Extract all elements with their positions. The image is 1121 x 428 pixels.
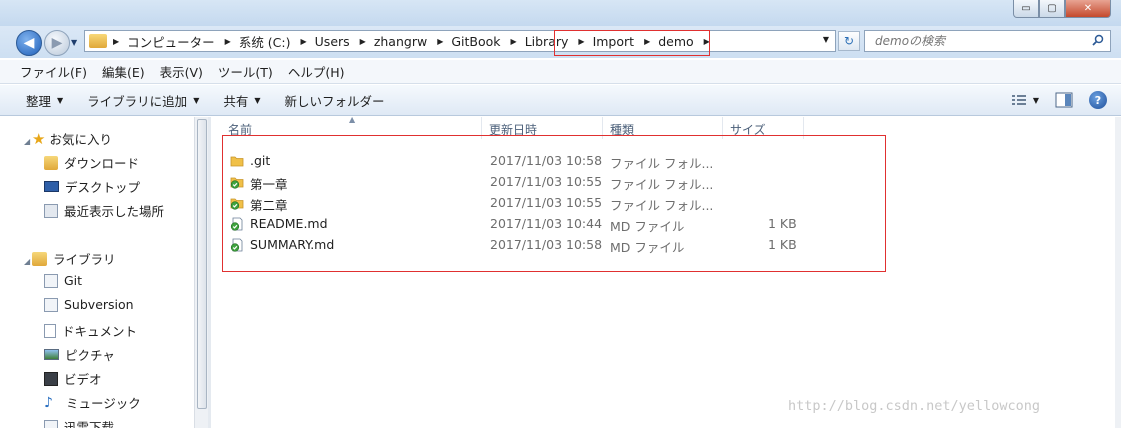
sidebar-item-music[interactable]: ♪ ミュージック: [44, 393, 141, 412]
view-controls: ▼ ?: [995, 91, 1107, 109]
sidebar-item-label: ミュージック: [66, 396, 141, 411]
add-to-library-button[interactable]: ライブラリに追加 ▼: [87, 91, 199, 110]
breadcrumb-drive-c[interactable]: 系统 (C:) ▶: [239, 32, 315, 51]
sidebar-item-videos[interactable]: ビデオ: [44, 369, 102, 388]
back-button[interactable]: ◀: [16, 30, 42, 56]
menu-tools[interactable]: ツール(T): [214, 60, 277, 83]
forward-arrow-icon: ▶: [51, 35, 63, 51]
documents-icon: [44, 323, 56, 338]
downloads-folder-icon: [44, 155, 58, 170]
star-icon: ★: [32, 129, 46, 148]
git-library-icon: [44, 273, 58, 288]
menu-edit[interactable]: 編集(E): [98, 60, 149, 83]
breadcrumb-users[interactable]: Users ▶: [315, 34, 374, 49]
chevron-down-icon: ▼: [193, 95, 200, 105]
address-dropdown-icon[interactable]: ▼: [823, 35, 829, 44]
music-note-icon: ♪: [44, 394, 53, 411]
sidebar-item-label: Git: [64, 273, 83, 288]
thunder-downloads-icon: [44, 419, 58, 428]
command-bar: 整理 ▼ ライブラリに追加 ▼ 共有 ▼ 新しいフォルダー ▼ ?: [0, 85, 1121, 116]
address-highlight-box: [554, 30, 710, 56]
sidebar-item-favorites[interactable]: ★ お気に入り: [32, 129, 112, 148]
view-dropdown-icon[interactable]: ▼: [1033, 96, 1039, 105]
breadcrumb-zhangrw[interactable]: zhangrw ▶: [374, 34, 452, 49]
sidebar-item-documents[interactable]: ドキュメント: [44, 321, 137, 340]
breadcrumb-label: コンピューター: [127, 34, 215, 50]
recent-places-icon: [44, 203, 58, 218]
expand-arrow-icon[interactable]: ◢: [24, 257, 30, 266]
search-box[interactable]: [864, 30, 1111, 52]
search-input[interactable]: [875, 31, 1075, 51]
share-button[interactable]: 共有 ▼: [223, 91, 260, 110]
chevron-down-icon: ▼: [254, 95, 261, 105]
organize-button[interactable]: 整理 ▼: [26, 91, 63, 110]
menu-view[interactable]: 表示(V): [156, 60, 207, 83]
breadcrumb-gitbook[interactable]: GitBook ▶: [451, 34, 524, 49]
navigation-pane: ◢ ★ お気に入り ダウンロード デスクトップ 最近表示した場所 ◢ ライブラリ…: [0, 117, 194, 428]
folder-icon: [89, 34, 107, 48]
subversion-library-icon: [44, 297, 58, 312]
chevron-down-icon: ▼: [57, 95, 64, 105]
menu-file[interactable]: ファイル(F): [16, 60, 91, 83]
sidebar-item-label: お気に入り: [49, 132, 112, 147]
search-icon[interactable]: [1092, 34, 1104, 46]
refresh-icon: ↻: [843, 34, 855, 48]
close-button[interactable]: ✕: [1065, 0, 1111, 18]
expand-arrow-icon[interactable]: ◢: [24, 137, 30, 146]
back-arrow-icon: ◀: [23, 35, 35, 51]
sidebar-item-subversion[interactable]: Subversion: [44, 297, 134, 312]
sidebar-scrollbar[interactable]: [194, 117, 208, 428]
maximize-button[interactable]: ▢: [1039, 0, 1065, 18]
scrollbar-thumb[interactable]: [197, 119, 207, 409]
add-to-library-label: ライブラリに追加: [87, 93, 188, 109]
organize-label: 整理: [26, 93, 52, 109]
breadcrumb-label: zhangrw: [373, 33, 428, 49]
libraries-icon: [32, 251, 47, 266]
sidebar-item-downloads[interactable]: ダウンロード: [44, 153, 139, 172]
minimize-button[interactable]: ▭: [1013, 0, 1039, 18]
sidebar-item-label: ピクチャ: [65, 348, 115, 363]
forward-button[interactable]: ▶: [44, 30, 70, 56]
new-folder-button[interactable]: 新しいフォルダー: [285, 91, 385, 110]
watermark-text: http://blog.csdn.net/yellowcong: [788, 398, 1040, 414]
sidebar-item-desktop[interactable]: デスクトップ: [44, 177, 140, 196]
sidebar-item-libraries[interactable]: ライブラリ: [32, 249, 116, 268]
view-mode-icon[interactable]: [1011, 93, 1027, 107]
address-bar[interactable]: ▶ コンピューター ▶ 系统 (C:) ▶ Users ▶ zhangrw ▶ GitB…: [84, 30, 836, 52]
menu-bar: ファイル(F) 編集(E) 表示(V) ツール(T) ヘルプ(H): [0, 60, 1121, 84]
sidebar-item-label: ビデオ: [64, 372, 102, 387]
breadcrumb-root-arrow[interactable]: ▶: [113, 37, 127, 46]
videos-icon: [44, 371, 58, 386]
file-list-highlight-box: [222, 135, 886, 272]
sidebar-item-recent-places[interactable]: 最近表示した場所: [44, 201, 164, 220]
sidebar-item-pictures[interactable]: ピクチャ: [44, 345, 115, 364]
window-controls: ▭ ▢ ✕: [1013, 0, 1111, 18]
sidebar-item-label: ダウンロード: [64, 156, 140, 171]
sidebar-item-label: デスクトップ: [65, 180, 141, 195]
sidebar-item-label: 最近表示した場所: [64, 204, 165, 219]
new-folder-label: 新しいフォルダー: [284, 93, 385, 109]
sidebar-item-label: ドキュメント: [62, 324, 138, 339]
sidebar-item-git[interactable]: Git: [44, 273, 82, 288]
breadcrumb-label: Users: [314, 33, 350, 49]
preview-pane-icon[interactable]: [1055, 92, 1073, 108]
breadcrumb-label: 系统 (C:): [238, 34, 291, 50]
sidebar-item-label: Subversion: [64, 297, 134, 312]
file-list-scrollbar[interactable]: [1115, 117, 1121, 428]
share-label: 共有: [223, 93, 249, 109]
sidebar-item-thunder-downloads[interactable]: 迅雷下载: [44, 417, 114, 428]
menu-help[interactable]: ヘルプ(H): [284, 60, 349, 83]
history-dropdown-icon[interactable]: ▼: [71, 38, 77, 47]
refresh-button[interactable]: ↻: [838, 31, 860, 51]
desktop-icon: [44, 181, 59, 192]
help-icon[interactable]: ?: [1089, 91, 1107, 109]
pane-splitter[interactable]: [208, 117, 211, 428]
breadcrumb-computer[interactable]: コンピューター ▶: [127, 32, 239, 51]
sidebar-item-label: 迅雷下载: [64, 420, 115, 428]
breadcrumb-label: GitBook: [451, 33, 501, 49]
sort-ascending-icon: ▲: [349, 115, 356, 124]
sidebar-item-label: ライブラリ: [53, 252, 116, 267]
title-bar: ▭ ▢ ✕: [0, 0, 1121, 26]
pictures-icon: [44, 349, 59, 360]
